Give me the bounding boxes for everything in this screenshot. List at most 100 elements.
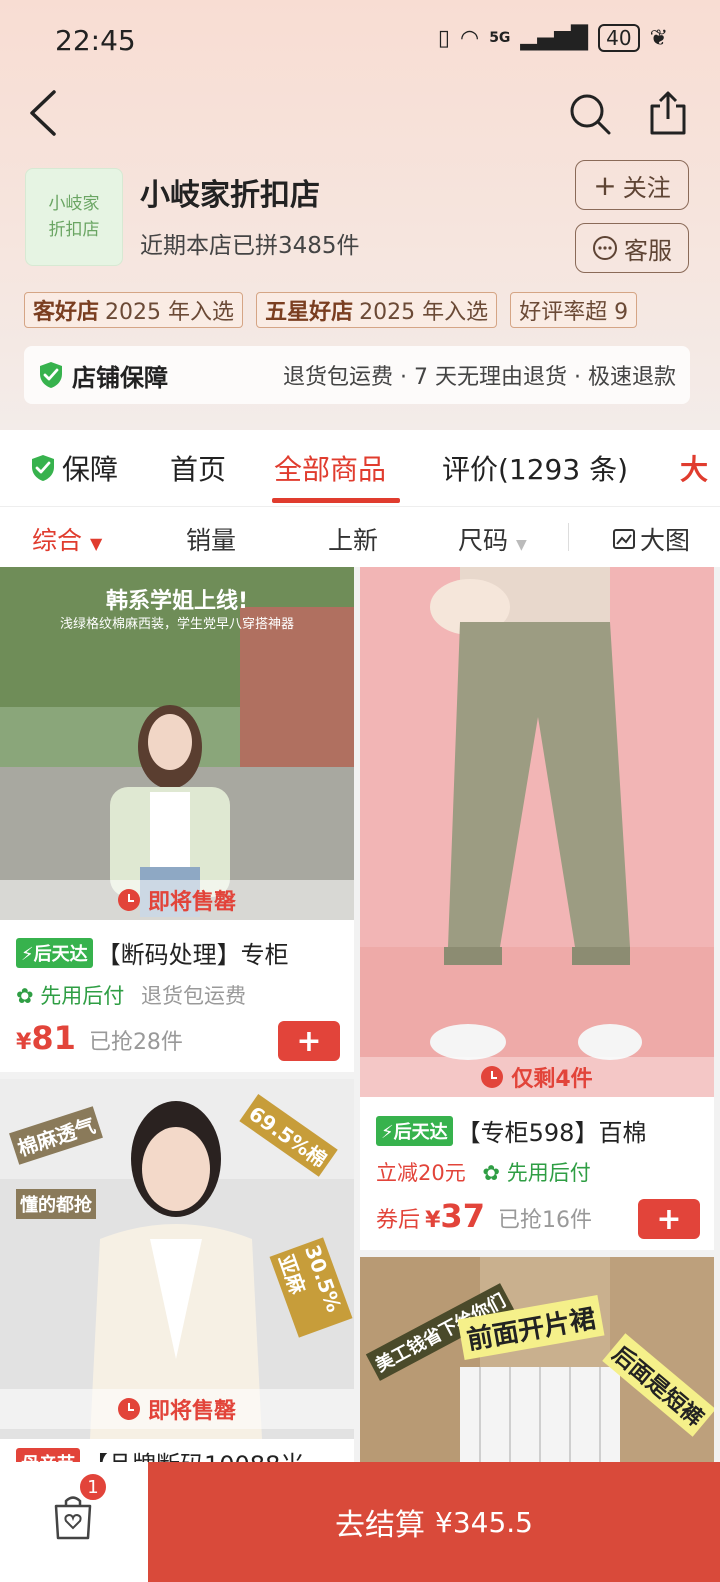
pay-later-label: 先用后付 (506, 1161, 591, 1185)
bottom-bar: 1 去结算 ¥345.5 (0, 1462, 720, 1582)
guarantee-title: 店铺保障 (72, 363, 168, 392)
tab-more[interactable]: 大 (680, 448, 708, 488)
sort-label: 尺码 (458, 526, 509, 555)
sort-label: 综合 (32, 526, 83, 555)
pay-later-label: 先用后付 (40, 984, 125, 1008)
honor-badge[interactable]: 好评率超 9 (510, 292, 638, 328)
search-icon[interactable] (568, 92, 612, 136)
share-icon[interactable] (648, 90, 688, 136)
add-to-cart-button[interactable]: + (638, 1199, 700, 1239)
shield-check-icon (40, 362, 62, 388)
product-service-line: ✿ 先用后付 退货包运费 (16, 980, 246, 1010)
product-title-text: 【品牌断码10088米 (84, 1451, 304, 1462)
honor-badge[interactable]: 客好店 2025 年入选 (24, 292, 243, 328)
network-label: 5G (489, 30, 511, 46)
battery-icon: 40 (598, 24, 640, 52)
filter-size[interactable]: 尺码 ▼ (458, 521, 527, 557)
clock-icon (117, 1398, 140, 1420)
tab-label: 保障 (62, 453, 119, 486)
follow-button[interactable]: + 关注 (575, 160, 689, 210)
product-title: ⚡后天达 【断码处理】专柜 (16, 935, 289, 970)
product-service-line: 立减20元 ✿ 先用后付 (376, 1157, 591, 1187)
promo-tag: 母亲节 (16, 1448, 80, 1462)
sort-overall[interactable]: 综合 ▼ (32, 521, 102, 557)
tab-home[interactable]: 首页 (170, 448, 226, 488)
checkout-label: 去结算 (335, 1508, 425, 1543)
delivery-tag: ⚡后天达 (376, 1116, 453, 1146)
honor-badge-title: 客好店 (33, 300, 100, 325)
product-card[interactable]: 棉麻透气 懂的都抢 69.5%棉 30.5%亚麻 即将售罄 母亲节【品牌断码10… (0, 1079, 354, 1462)
sold-count: 已抢16件 (498, 1208, 593, 1233)
honor-badge[interactable]: 五星好店 2025 年入选 (256, 292, 498, 328)
stock-status-text: 即将售罄 (147, 890, 236, 915)
vibrate-icon: ▯ (437, 25, 450, 51)
product-price-line: ¥81 已抢28件 (16, 1019, 183, 1057)
coupon-price-prefix: 券后 (376, 1208, 421, 1233)
product-title-text: 【专柜598】百棉 (456, 1119, 647, 1147)
product-overlay-text: 懂的都抢 (16, 1189, 96, 1219)
checkout-button[interactable]: 去结算 ¥345.5 (148, 1462, 720, 1582)
product-price-line: 券后 ¥37 已抢16件 (376, 1197, 592, 1235)
tab-reviews[interactable]: 评价(1293 条) (442, 448, 628, 488)
signal-icon: ▂▄▆█ (520, 25, 589, 51)
shop-logo-line1: 小岐家 (48, 194, 100, 214)
add-to-cart-button[interactable]: + (278, 1021, 340, 1061)
toggle-large-image[interactable]: 大图 (612, 521, 690, 557)
product-card[interactable]: 美工钱省下给你们 前面开片裙 后面是短裤 (360, 1257, 714, 1462)
return-shipping-label: 退货包运费 (140, 984, 246, 1008)
product-overlay-subtitle: 浅绿格纹棉麻西装，学生党早八穿搭神器 (59, 617, 294, 632)
caret-down-icon: ▼ (515, 537, 527, 553)
product-overlay-title: 韩系学姐上线! (105, 589, 249, 614)
currency-symbol: ¥ (425, 1208, 441, 1233)
image-icon (613, 529, 635, 549)
currency-symbol: ¥ (16, 1030, 32, 1055)
honor-badge-text: 2025 年入选 (105, 300, 234, 325)
sort-label: 大图 (640, 526, 691, 555)
caret-down-icon: ▼ (89, 534, 103, 553)
sort-sales[interactable]: 销量 (186, 521, 236, 557)
discount-label: 立减20元 (376, 1161, 466, 1185)
stock-status-tag: 即将售罄 (0, 1389, 354, 1429)
cart-count-badge: 1 (78, 1472, 108, 1502)
product-title-text: 【断码处理】专柜 (96, 941, 289, 969)
product-price: 37 (440, 1197, 485, 1235)
stock-status-text: 即将售罄 (147, 1399, 236, 1424)
back-arrow-icon[interactable] (24, 88, 68, 138)
chat-bubble-icon (593, 236, 617, 260)
active-tab-indicator (272, 498, 400, 503)
tab-all-products[interactable]: 全部商品 (274, 448, 386, 488)
clock-time: 22:45 (55, 24, 136, 57)
clock-icon (117, 889, 140, 911)
sort-divider (568, 523, 569, 551)
honor-badge-text: 2025 年入选 (359, 300, 489, 325)
product-card[interactable]: 仅剩4件 ⚡后天达 【专柜598】百棉 立减20元 ✿ 先用后付 券后 ¥37 已… (360, 567, 714, 1250)
shield-check-icon (32, 455, 54, 481)
status-icons: ▯ ◠ 5G ▂▄▆█ 40 ❦ (438, 24, 668, 52)
wifi-icon: ◠ (459, 25, 480, 51)
stock-status-tag: 即将售罄 (0, 880, 354, 920)
delivery-tag: ⚡后天达 (16, 938, 93, 968)
sort-bar: 综合 ▼ 销量 上新 尺码 ▼ 大图 (0, 507, 720, 567)
stock-status-text: 仅剩4件 (511, 1067, 593, 1092)
sort-new[interactable]: 上新 (328, 521, 378, 557)
honor-badge-text: 好评率超 9 (519, 300, 629, 325)
plus-icon: + (593, 168, 617, 202)
shop-name: 小岐家折扣店 (140, 178, 320, 213)
shop-guarantee-bar[interactable]: 店铺保障 退货包运费 · 7 天无理由退货 · 极速退款 (24, 346, 690, 404)
pay-later-icon: ✿ (482, 1161, 501, 1185)
guarantee-description: 退货包运费 · 7 天无理由退货 · 极速退款 (283, 365, 676, 390)
sold-count: 已抢28件 (88, 1030, 183, 1055)
customer-service-button[interactable]: 客服 (575, 223, 689, 273)
pay-later-icon: ✿ (16, 984, 34, 1008)
shop-logo[interactable]: 小岐家 折扣店 (25, 168, 123, 266)
honor-badge-title: 五星好店 (265, 300, 354, 325)
clock-icon (481, 1066, 504, 1088)
tab-guarantee[interactable]: 保障 (30, 448, 118, 488)
stock-status-tag: 仅剩4件 (360, 1057, 714, 1097)
follow-label: 关注 (622, 173, 671, 202)
shop-tabs: 保障 首页 全部商品 评价(1293 条) 大 (0, 430, 720, 506)
product-card[interactable]: 韩系学姐上线! 浅绿格纹棉麻西装，学生党早八穿搭神器 即将售罄 ⚡后天达 【断码处… (0, 567, 354, 1072)
product-title: ⚡后天达 【专柜598】百棉 (376, 1113, 646, 1148)
status-bar: 22:45 ▯ ◠ 5G ▂▄▆█ 40 ❦ (0, 0, 720, 80)
shop-sales-count: 近期本店已拼3485件 (140, 233, 360, 259)
